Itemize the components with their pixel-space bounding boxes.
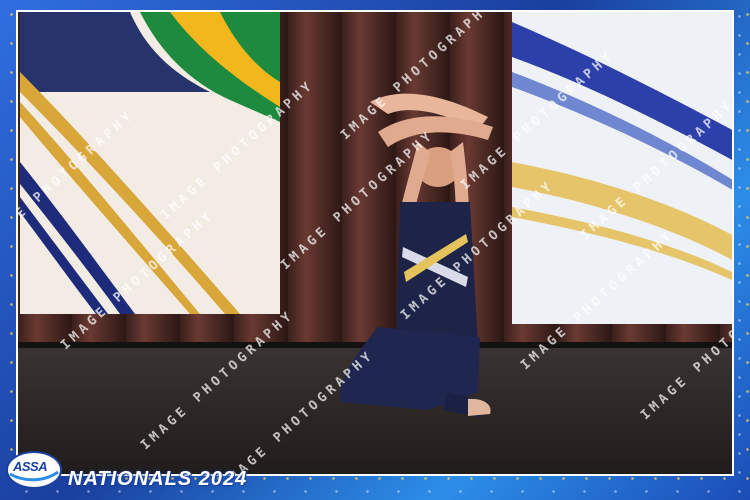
event-photo: IMAGE PHOTOGRAPHY IMAGE PHOTOGRAPHY IMAG… [16,10,734,476]
event-title: NATIONALS 2024 [68,468,248,490]
right-banner [512,12,732,324]
logo-text: ASSA [13,459,48,474]
dancer-figure [339,93,493,417]
left-banner [20,12,280,314]
